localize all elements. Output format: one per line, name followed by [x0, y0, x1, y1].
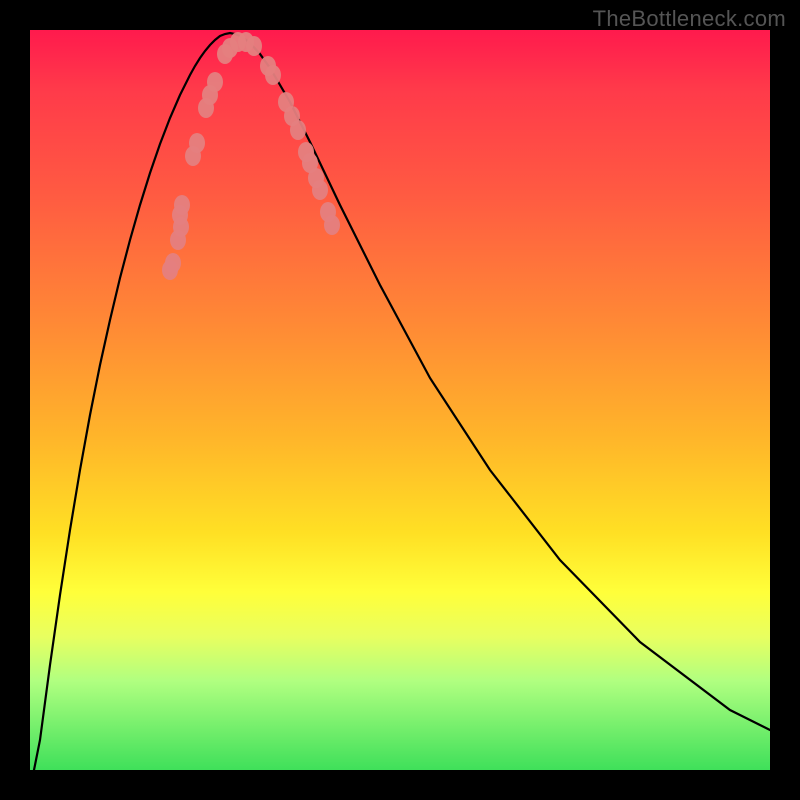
watermark-text: TheBottleneck.com	[593, 6, 786, 32]
chart-svg	[30, 30, 770, 770]
outer-frame: TheBottleneck.com	[0, 0, 800, 800]
plot-area	[30, 30, 770, 770]
highlight-dots	[162, 32, 340, 280]
curve-line	[30, 33, 770, 790]
